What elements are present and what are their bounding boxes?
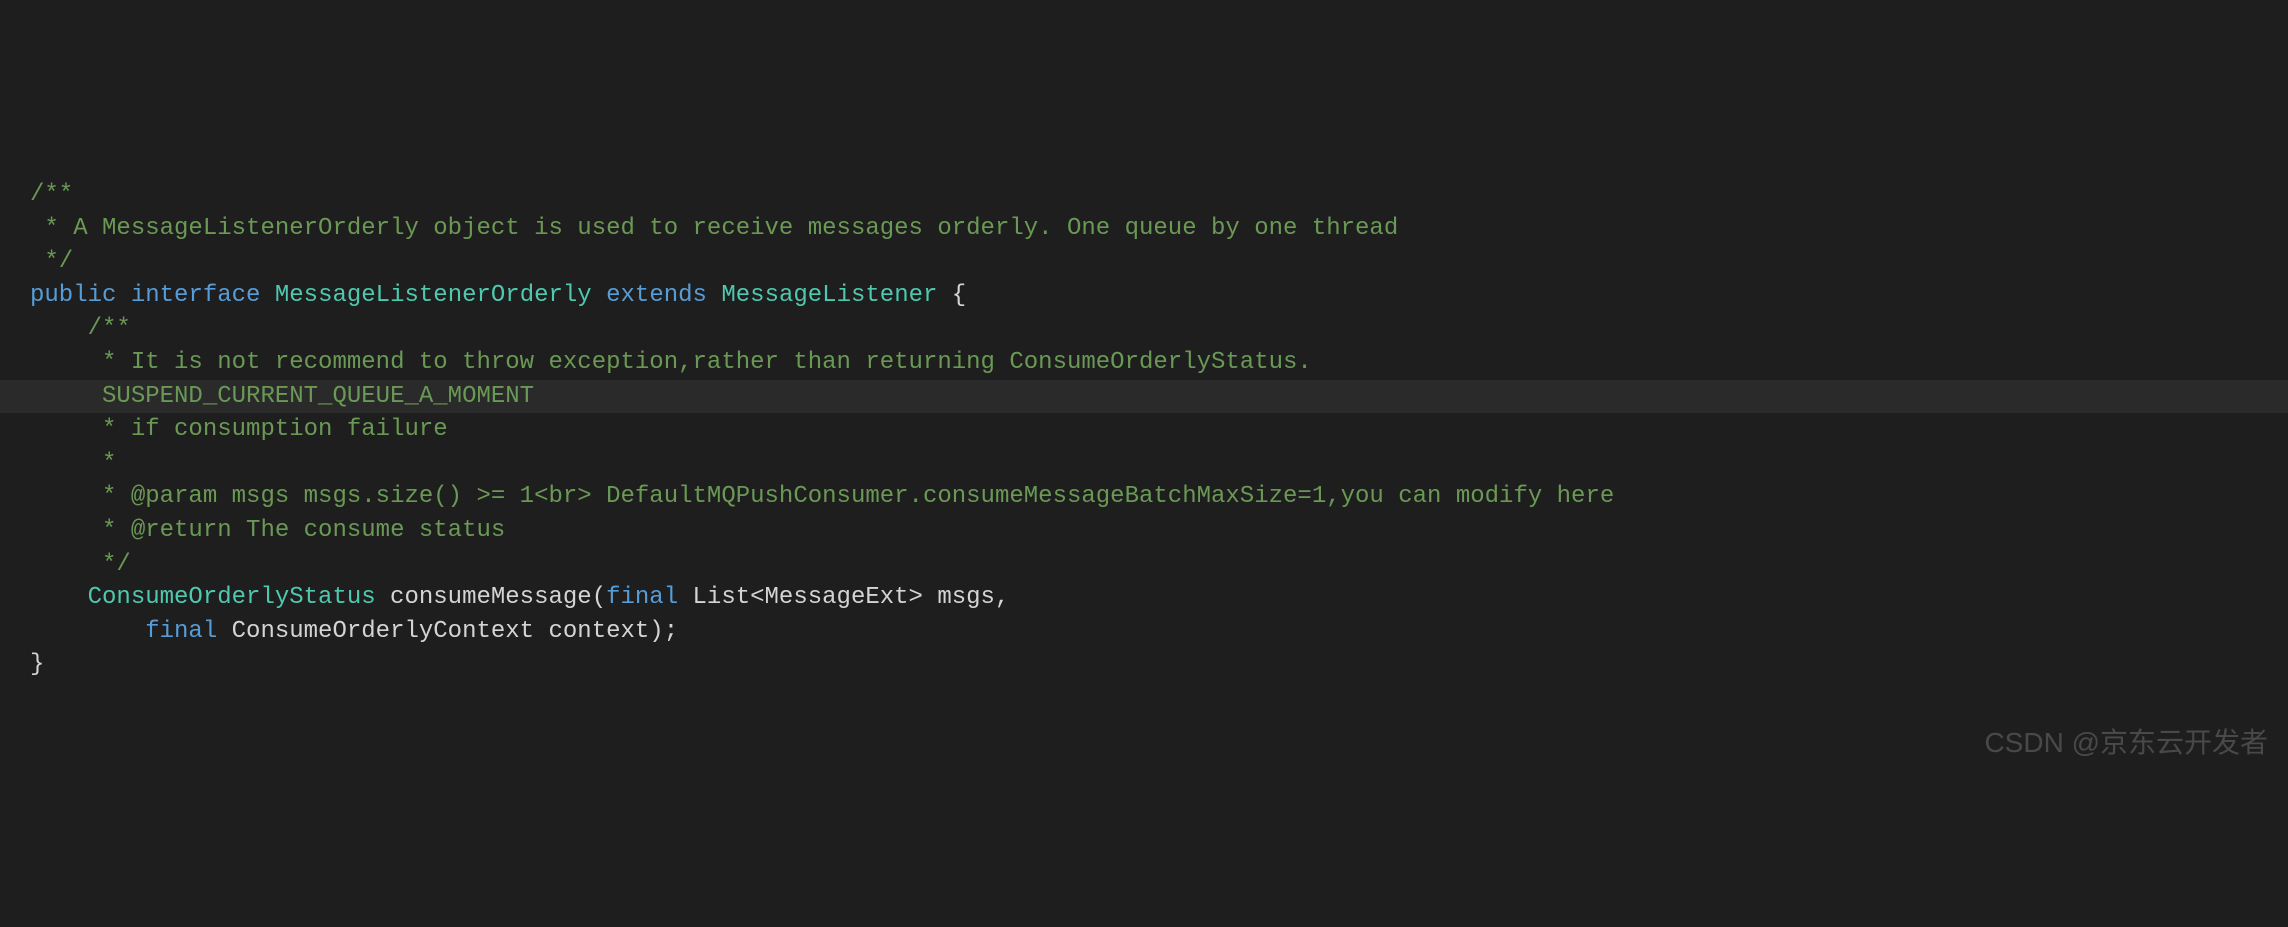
code-line[interactable]: /** [0, 312, 2288, 346]
code-content: * It is not recommend to throw exception… [30, 346, 1312, 380]
code-segment [260, 282, 274, 309]
code-line[interactable]: /** [0, 178, 2288, 212]
code-segment: /** [30, 181, 73, 208]
code-segment: * It is not recommend to throw exception… [102, 349, 1312, 376]
code-segment: public [30, 282, 116, 309]
code-segment: consumeMessage( [376, 584, 606, 611]
code-segment [592, 282, 606, 309]
code-line[interactable]: public interface MessageListenerOrderly … [0, 279, 2288, 313]
code-segment: interface [131, 282, 261, 309]
code-content: /** [30, 312, 131, 346]
code-segment [116, 282, 130, 309]
code-segment: ConsumeOrderlyContext context); [217, 618, 678, 645]
code-segment: MessageListenerOrderly [275, 282, 592, 309]
code-content: */ [30, 245, 73, 279]
code-content: * @return The consume status [30, 514, 505, 548]
code-segment: * @param msgs msgs.size() >= 1<br> Defau… [102, 483, 1614, 510]
code-segment: extends [606, 282, 707, 309]
code-content: SUSPEND_CURRENT_QUEUE_A_MOMENT [30, 380, 534, 414]
watermark: CSDN @京东云开发者 [1984, 723, 2268, 762]
code-line[interactable]: SUSPEND_CURRENT_QUEUE_A_MOMENT [0, 380, 2288, 414]
code-content: } [30, 648, 44, 682]
code-line[interactable]: } [0, 648, 2288, 682]
code-content: /** [30, 178, 73, 212]
code-segment: /** [88, 315, 131, 342]
code-line[interactable]: */ [0, 548, 2288, 582]
code-editor[interactable]: /** * A MessageListenerOrderly object is… [0, 144, 2288, 682]
code-segment: * @return The consume status [102, 517, 505, 544]
code-line[interactable]: * @param msgs msgs.size() >= 1<br> Defau… [0, 480, 2288, 514]
code-segment: } [30, 651, 44, 678]
code-content: */ [30, 548, 131, 582]
code-content: final ConsumeOrderlyContext context); [30, 615, 678, 649]
code-segment: ConsumeOrderlyStatus [88, 584, 376, 611]
code-content: * @param msgs msgs.size() >= 1<br> Defau… [30, 480, 1614, 514]
code-segment [707, 282, 721, 309]
code-line[interactable]: */ [0, 245, 2288, 279]
code-line[interactable]: * if consumption failure [0, 413, 2288, 447]
code-line[interactable]: * [0, 447, 2288, 481]
code-segment: SUSPEND_CURRENT_QUEUE_A_MOMENT [102, 383, 534, 410]
code-line[interactable]: final ConsumeOrderlyContext context); [0, 615, 2288, 649]
code-content: * [30, 447, 116, 481]
code-segment: final [606, 584, 678, 611]
code-segment: { [937, 282, 966, 309]
code-segment: */ [44, 248, 73, 275]
code-segment: */ [102, 551, 131, 578]
code-segment: final [145, 618, 217, 645]
code-segment: * [102, 450, 116, 477]
code-segment: * A MessageListenerOrderly object is use… [44, 215, 1398, 242]
code-segment: * if consumption failure [102, 416, 448, 443]
code-content: * if consumption failure [30, 413, 448, 447]
code-content: * A MessageListenerOrderly object is use… [30, 212, 1398, 246]
code-content: ConsumeOrderlyStatus consumeMessage(fina… [30, 581, 1009, 615]
code-line[interactable]: * It is not recommend to throw exception… [0, 346, 2288, 380]
code-line[interactable]: * A MessageListenerOrderly object is use… [0, 212, 2288, 246]
code-segment: MessageListener [721, 282, 937, 309]
code-line[interactable]: * @return The consume status [0, 514, 2288, 548]
code-segment: List<MessageExt> msgs, [678, 584, 1009, 611]
code-content: public interface MessageListenerOrderly … [30, 279, 966, 313]
code-line[interactable]: ConsumeOrderlyStatus consumeMessage(fina… [0, 581, 2288, 615]
